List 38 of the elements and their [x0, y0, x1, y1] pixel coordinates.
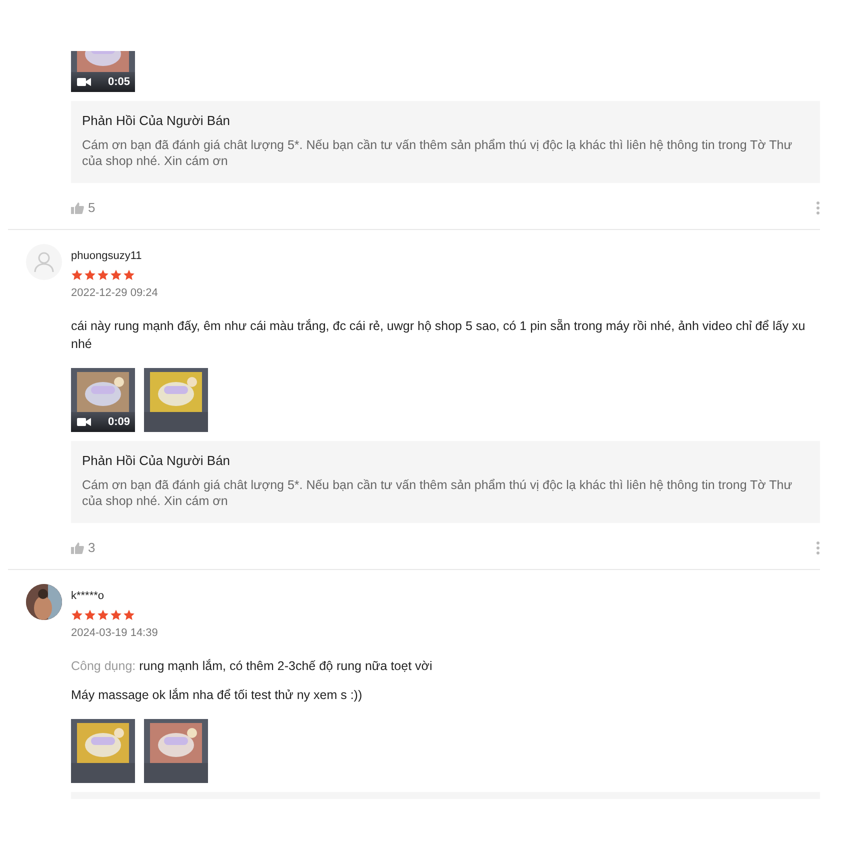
- video-camera-icon: [77, 417, 91, 427]
- star-icon: [110, 609, 122, 621]
- review-date: 2024-03-19 14:39: [71, 627, 159, 639]
- star-icon: [123, 609, 135, 621]
- more-options-icon[interactable]: [816, 540, 820, 554]
- star-icon: [71, 269, 83, 281]
- seller-reply-title: Phản Hồi Của Người Bán: [82, 113, 232, 129]
- thumbs-up-icon[interactable]: [71, 202, 84, 214]
- seller-reply-text: Cám ơn bạn đã đánh giá chât lượng 5*. Nếu bạn cần tư vấn thêm sản phẩm thú vị độc lạ khác thì liên hệ thông tin trong Tờ Thư của shop nhé. Xin cám ơn: [82, 137, 794, 169]
- review-text: Máy massage ok lắm nha để tối test thử ny xem s :)): [71, 687, 364, 704]
- media-thumbnail[interactable]: [71, 719, 135, 783]
- star-icon: [84, 609, 96, 621]
- media-thumbnail[interactable]: [144, 719, 208, 783]
- seller-reply-text: Cám ơn bạn đã đánh giá chât lượng 5*. Nếu bạn cần tư vấn thêm sản phẩm thú vị độc lạ khác thì liên hệ thông tin trong Tờ Thư của shop nhé. Xin cám ơn: [82, 477, 794, 509]
- username: k*****o: [71, 589, 106, 603]
- star-icon: [71, 609, 83, 621]
- review-text: Công dụng: rung mạnh lắm, có thêm 2-3chế độ rung nữa toẹt vời: [71, 658, 434, 675]
- star-icon: [123, 269, 135, 281]
- user-icon: [34, 251, 54, 273]
- review-text: cái này rung mạnh đấy, êm như cái màu trắng, đc cái rẻ, uwgr hộ shop 5 sao, có 1 pin sẵn trong máy rồi nhé, ảnh video chỉ để lấy xu nhé: [71, 318, 806, 353]
- video-camera-icon: [77, 77, 91, 87]
- review-date: 2022-12-29 09:24: [71, 287, 159, 299]
- media-thumbnail[interactable]: 0:05: [71, 51, 135, 92]
- avatar[interactable]: [26, 244, 62, 280]
- star-icon: [97, 609, 109, 621]
- video-duration: 0:09: [108, 416, 130, 428]
- media-thumbnail[interactable]: 0:09: [71, 368, 135, 432]
- star-icon: [97, 269, 109, 281]
- like-count: 5: [88, 200, 96, 215]
- username: phuongsuzy11: [71, 249, 143, 263]
- star-icon: [84, 269, 96, 281]
- thumbs-up-icon[interactable]: [71, 542, 84, 554]
- media-thumbnail[interactable]: [144, 368, 208, 432]
- more-options-icon[interactable]: [816, 200, 820, 214]
- star-icon: [110, 269, 122, 281]
- seller-reply-title: Phản Hồi Của Người Bán: [82, 453, 232, 469]
- like-count: 3: [88, 540, 96, 555]
- video-duration: 0:05: [108, 76, 130, 88]
